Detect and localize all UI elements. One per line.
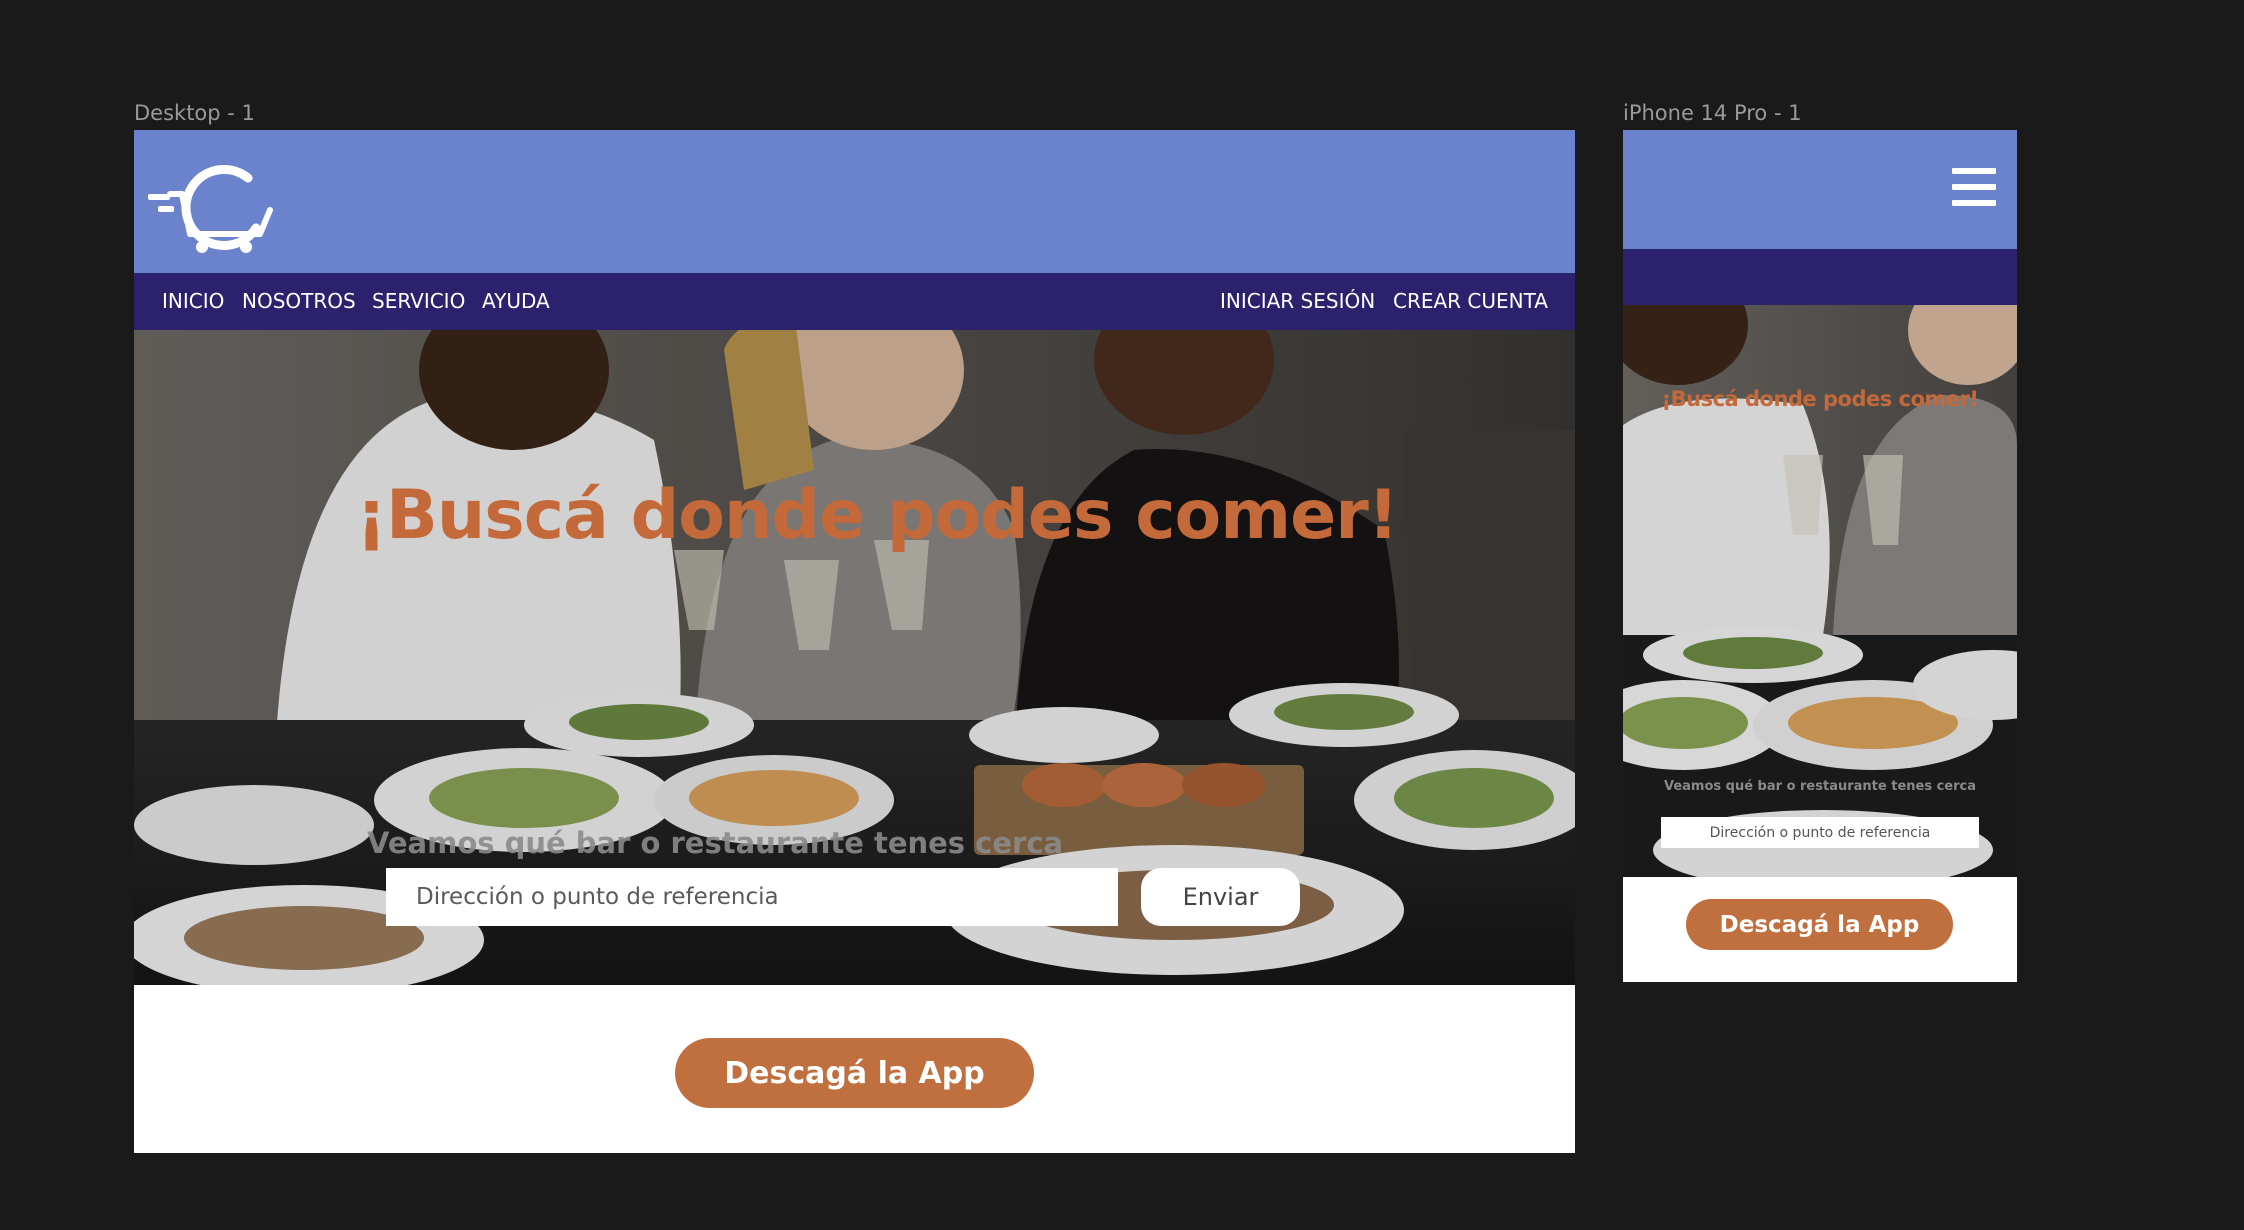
- mobile-download-app-button[interactable]: Descagá la App: [1686, 899, 1953, 950]
- desktop-frame-label: Desktop - 1: [134, 101, 255, 125]
- hero-subtitle: Veamos qué bar o restaurante tenes cerca: [367, 826, 1064, 860]
- desktop-frame: INICIO NOSOTROS SERVICIO AYUDA INICIAR S…: [134, 130, 1575, 1153]
- nav-nosotros[interactable]: NOSOTROS: [242, 273, 356, 330]
- mobile-address-search-input[interactable]: [1661, 817, 1979, 848]
- main-nav: INICIO NOSOTROS SERVICIO AYUDA INICIAR S…: [134, 273, 1575, 330]
- mobile-hero-subtitle: Veamos qué bar o restaurante tenes cerca: [1663, 779, 1977, 794]
- hero-title: ¡Buscá donde podes comer!: [356, 476, 1399, 555]
- download-app-button[interactable]: Descagá la App: [675, 1038, 1034, 1108]
- mobile-nav-bar: [1623, 249, 2017, 305]
- nav-inicio[interactable]: INICIO: [162, 273, 224, 330]
- cart-c-logo-icon[interactable]: [148, 156, 274, 254]
- nav-crear-cuenta[interactable]: CREAR CUENTA: [1393, 273, 1548, 330]
- nav-iniciar-sesion[interactable]: INICIAR SESIÓN: [1220, 273, 1375, 330]
- hamburger-menu-icon[interactable]: [1952, 168, 1996, 208]
- send-button[interactable]: Enviar: [1141, 868, 1300, 926]
- site-header: [134, 130, 1575, 273]
- mobile-frame: ¡Buscá donde podes comer! Veamos qué bar…: [1623, 130, 2017, 982]
- nav-servicio[interactable]: SERVICIO: [372, 273, 465, 330]
- mobile-frame-label: iPhone 14 Pro - 1: [1623, 101, 1802, 125]
- nav-ayuda[interactable]: AYUDA: [482, 273, 550, 330]
- mobile-hero-title: ¡Buscá donde podes comer!: [1661, 387, 1979, 411]
- mobile-hero-section: ¡Buscá donde podes comer! Veamos qué bar…: [1623, 305, 2017, 877]
- address-search-input[interactable]: [386, 868, 1118, 926]
- mobile-header: [1623, 130, 2017, 249]
- hero-section: ¡Buscá donde podes comer! Veamos qué bar…: [134, 330, 1575, 985]
